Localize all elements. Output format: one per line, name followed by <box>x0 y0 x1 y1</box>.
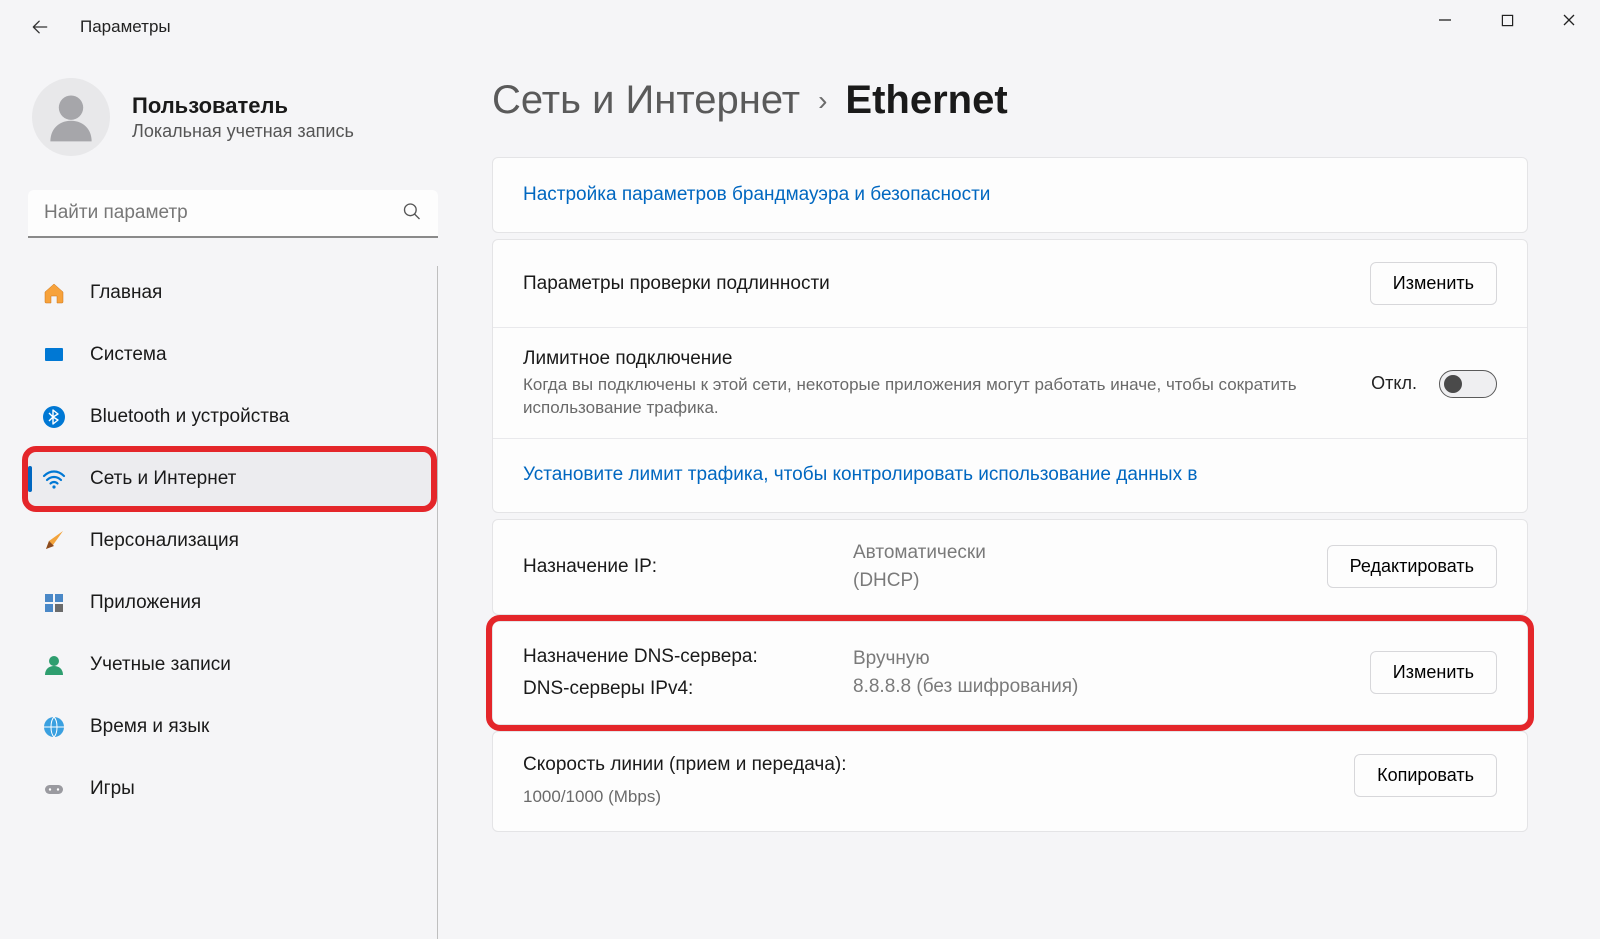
ip-label: Назначение IP: <box>523 556 853 578</box>
bluetooth-icon <box>40 405 68 429</box>
metered-desc: Когда вы подключены к этой сети, некотор… <box>523 374 1341 420</box>
card-speed: Скорость линии (прием и передача): 1000/… <box>492 731 1528 832</box>
row-limit-link: Установите лимит трафика, чтобы контроли… <box>493 438 1527 512</box>
apps-icon <box>40 591 68 615</box>
user-name: Пользователь <box>132 93 354 119</box>
ip-edit-button[interactable]: Редактировать <box>1327 545 1497 588</box>
nav-label: Персонализация <box>90 530 239 552</box>
sidebar-item-home[interactable]: Главная <box>28 266 431 320</box>
row-auth: Параметры проверки подлинности Изменить <box>493 240 1527 327</box>
row-ip: Назначение IP: Автоматически (DHCP) Реда… <box>493 520 1527 614</box>
nav-label: Приложения <box>90 592 201 614</box>
user-icon <box>41 87 101 147</box>
card-dns: Назначение DNS-сервера: DNS-серверы IPv4… <box>492 621 1528 725</box>
breadcrumb: Сеть и Интернет › Ethernet <box>492 78 1528 123</box>
row-speed: Скорость линии (прием и передача): 1000/… <box>493 732 1527 831</box>
toggle-state-label: Откл. <box>1371 373 1417 394</box>
row-metered: Лимитное подключение Когда вы подключены… <box>493 327 1527 438</box>
maximize-button[interactable] <box>1476 0 1538 40</box>
minimize-button[interactable] <box>1414 0 1476 40</box>
card-ip: Назначение IP: Автоматически (DHCP) Реда… <box>492 519 1528 615</box>
dns-label-1: Назначение DNS-сервера: <box>523 646 853 668</box>
sidebar-item-bluetooth[interactable]: Bluetooth и устройства <box>28 390 431 444</box>
ip-value-2: (DHCP) <box>853 570 1327 592</box>
dns-label-2: DNS-серверы IPv4: <box>523 678 853 700</box>
accounts-icon <box>40 653 68 677</box>
speed-label: Скорость линии (прием и передача): <box>523 754 1354 776</box>
sidebar-item-personalization[interactable]: Персонализация <box>28 514 431 568</box>
dns-change-button[interactable]: Изменить <box>1370 651 1497 694</box>
window-controls <box>1414 0 1600 40</box>
globe-icon <box>40 715 68 739</box>
chevron-right-icon: › <box>818 85 827 117</box>
main-content: Сеть и Интернет › Ethernet Настройка пар… <box>456 54 1600 939</box>
sidebar-item-gaming[interactable]: Игры <box>28 762 431 816</box>
nav-label: Учетные записи <box>90 654 231 676</box>
minimize-icon <box>1438 13 1452 27</box>
gamepad-icon <box>40 777 68 801</box>
firewall-link[interactable]: Настройка параметров брандмауэра и безоп… <box>523 184 990 206</box>
nav-label: Сеть и Интернет <box>90 468 236 490</box>
nav: Главная Система Bluetooth и устройства С… <box>28 266 438 939</box>
nav-label: Игры <box>90 778 135 800</box>
sidebar-item-time[interactable]: Время и язык <box>28 700 431 754</box>
wifi-icon <box>40 467 68 491</box>
row-dns: Назначение DNS-сервера: DNS-серверы IPv4… <box>493 622 1527 724</box>
search-input[interactable] <box>28 190 438 238</box>
app-title: Параметры <box>80 17 171 37</box>
maximize-icon <box>1501 14 1514 27</box>
auth-change-button[interactable]: Изменить <box>1370 262 1497 305</box>
card-firewall: Настройка параметров брандмауэра и безоп… <box>492 157 1528 233</box>
sidebar-item-network[interactable]: Сеть и Интернет <box>28 452 431 506</box>
metered-title: Лимитное подключение <box>523 348 1341 370</box>
search-icon <box>402 202 422 227</box>
close-icon <box>1562 13 1576 27</box>
sidebar-item-accounts[interactable]: Учетные записи <box>28 638 431 692</box>
close-button[interactable] <box>1538 0 1600 40</box>
speed-copy-button[interactable]: Копировать <box>1354 754 1497 797</box>
nav-label: Система <box>90 344 167 366</box>
metered-toggle[interactable] <box>1439 370 1497 398</box>
titlebar: Параметры <box>0 0 1600 54</box>
speed-value: 1000/1000 (Mbps) <box>523 786 1354 809</box>
sidebar: Пользователь Локальная учетная запись Гл… <box>0 54 456 939</box>
nav-label: Bluetooth и устройства <box>90 406 289 428</box>
dns-value-2: 8.8.8.8 (без шифрования) <box>853 676 1370 698</box>
data-limit-link[interactable]: Установите лимит трафика, чтобы контроли… <box>523 464 1197 486</box>
back-button[interactable] <box>24 11 56 43</box>
home-icon <box>40 281 68 305</box>
breadcrumb-parent[interactable]: Сеть и Интернет <box>492 78 800 123</box>
nav-label: Время и язык <box>90 716 209 738</box>
breadcrumb-current: Ethernet <box>845 78 1007 123</box>
dns-value-1: Вручную <box>853 648 1370 670</box>
arrow-left-icon <box>30 17 50 37</box>
search-box <box>28 190 438 238</box>
sidebar-item-apps[interactable]: Приложения <box>28 576 431 630</box>
user-subtitle: Локальная учетная запись <box>132 121 354 142</box>
avatar <box>32 78 110 156</box>
auth-label: Параметры проверки подлинности <box>523 273 830 295</box>
nav-label: Главная <box>90 282 162 304</box>
card-settings: Параметры проверки подлинности Изменить … <box>492 239 1528 513</box>
ip-value-1: Автоматически <box>853 542 1327 564</box>
sidebar-item-system[interactable]: Система <box>28 328 431 382</box>
brush-icon <box>40 529 68 553</box>
system-icon <box>40 343 68 367</box>
user-block[interactable]: Пользователь Локальная учетная запись <box>28 78 438 156</box>
